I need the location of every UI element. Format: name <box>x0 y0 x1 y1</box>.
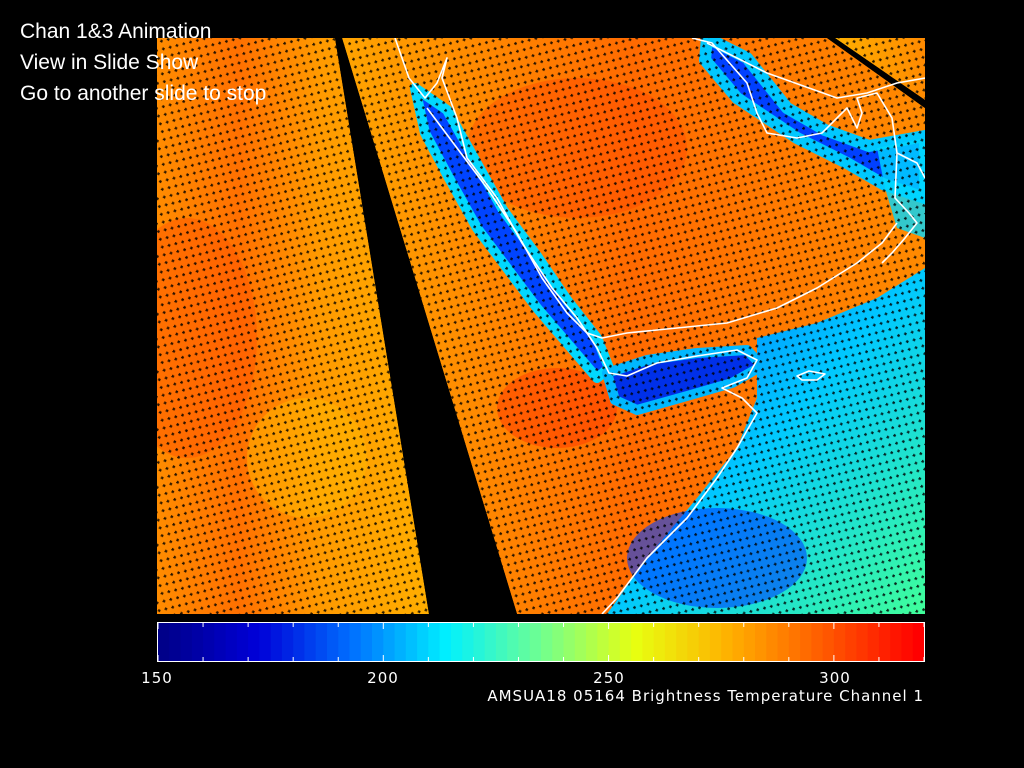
colorbar-cell <box>777 623 790 661</box>
colorbar-cell <box>169 623 182 661</box>
colorbar-cell <box>417 623 429 661</box>
colorbar-tick-label-250: 250 <box>593 669 625 687</box>
colorbar-caption: AMSUA18 05164 Brightness Temperature Cha… <box>487 687 924 705</box>
slide-title-line-1: Chan 1&3 Animation <box>20 20 212 43</box>
temperature-colorbar <box>157 622 925 662</box>
colorbar-cell <box>281 623 294 661</box>
colorbar-cell <box>518 623 531 661</box>
colorbar-cell <box>180 623 193 661</box>
colorbar-cell <box>507 623 520 661</box>
colorbar-cell <box>687 623 700 661</box>
colorbar-cell <box>315 623 328 661</box>
map-svg <box>157 38 925 614</box>
colorbar-cell <box>462 623 475 661</box>
colorbar-cell <box>901 623 914 661</box>
satellite-swaths <box>157 38 925 614</box>
colorbar-cell <box>597 623 610 661</box>
colorbar-cell <box>642 623 655 661</box>
colorbar-cell <box>631 623 643 661</box>
colorbar-cell <box>698 623 711 661</box>
colorbar-cell <box>158 623 170 661</box>
colorbar-cell <box>743 623 756 661</box>
colorbar-cell <box>788 623 801 661</box>
colorbar-cell <box>450 623 463 661</box>
colorbar-cell <box>236 623 249 661</box>
colorbar-tick-label-150: 150 <box>141 669 173 687</box>
colorbar-cell <box>225 623 238 661</box>
colorbar-cell <box>293 623 306 661</box>
colorbar-cell <box>856 623 869 661</box>
colorbar-cells <box>158 623 924 661</box>
colorbar-cell <box>867 623 880 661</box>
colorbar-cell <box>664 623 677 661</box>
colorbar-cell <box>653 623 666 661</box>
colorbar-cell <box>383 623 396 661</box>
colorbar-cell <box>586 623 598 661</box>
colorbar-cell <box>405 623 418 661</box>
colorbar-cell <box>439 623 452 661</box>
colorbar-cell <box>372 623 384 661</box>
colorbar-cell <box>428 623 441 661</box>
colorbar-cell <box>326 623 339 661</box>
colorbar-cell <box>473 623 486 661</box>
colorbar-cell <box>845 623 858 661</box>
colorbar-cell <box>191 623 204 661</box>
colorbar-cell <box>541 623 553 661</box>
colorbar-cell <box>912 623 924 661</box>
brightness-temperature-map <box>157 38 925 614</box>
colorbar-cell <box>709 623 722 661</box>
colorbar-cell <box>349 623 362 661</box>
colorbar-cell <box>563 623 576 661</box>
colorbar-cell <box>338 623 351 661</box>
colorbar-cell <box>394 623 407 661</box>
colorbar-cell <box>676 623 689 661</box>
sample-markers <box>157 38 925 614</box>
slide-title-line-2: View in Slide Show <box>20 51 199 74</box>
colorbar-cell <box>608 623 621 661</box>
colorbar-cell <box>833 623 846 661</box>
slide-title-line-3: Go to another slide to stop <box>20 82 267 105</box>
colorbar-cell <box>259 623 272 661</box>
colorbar-cell <box>304 623 317 661</box>
colorbar-cell <box>878 623 891 661</box>
colorbar-cell <box>529 623 542 661</box>
colorbar-cell <box>495 623 508 661</box>
colorbar-tick-label-300: 300 <box>819 669 851 687</box>
colorbar-cell <box>248 623 260 661</box>
colorbar-cell <box>214 623 227 661</box>
colorbar-cell <box>552 623 565 661</box>
colorbar-cell <box>721 623 734 661</box>
colorbar-tick-label-200: 200 <box>367 669 399 687</box>
colorbar-cell <box>732 623 745 661</box>
colorbar-cell <box>270 623 283 661</box>
slide-title-block: Chan 1&3 Animation View in Slide Show Go… <box>20 16 266 109</box>
colorbar-svg <box>158 623 924 661</box>
colorbar-cell <box>822 623 835 661</box>
colorbar-cell <box>574 623 587 661</box>
colorbar-cell <box>811 623 824 661</box>
colorbar-cell <box>766 623 779 661</box>
colorbar-cell <box>890 623 903 661</box>
colorbar-cell <box>800 623 812 661</box>
colorbar-cell <box>619 623 632 661</box>
colorbar-cell <box>360 623 373 661</box>
colorbar-cell <box>203 623 215 661</box>
colorbar-cell <box>484 623 497 661</box>
colorbar-cell <box>755 623 767 661</box>
